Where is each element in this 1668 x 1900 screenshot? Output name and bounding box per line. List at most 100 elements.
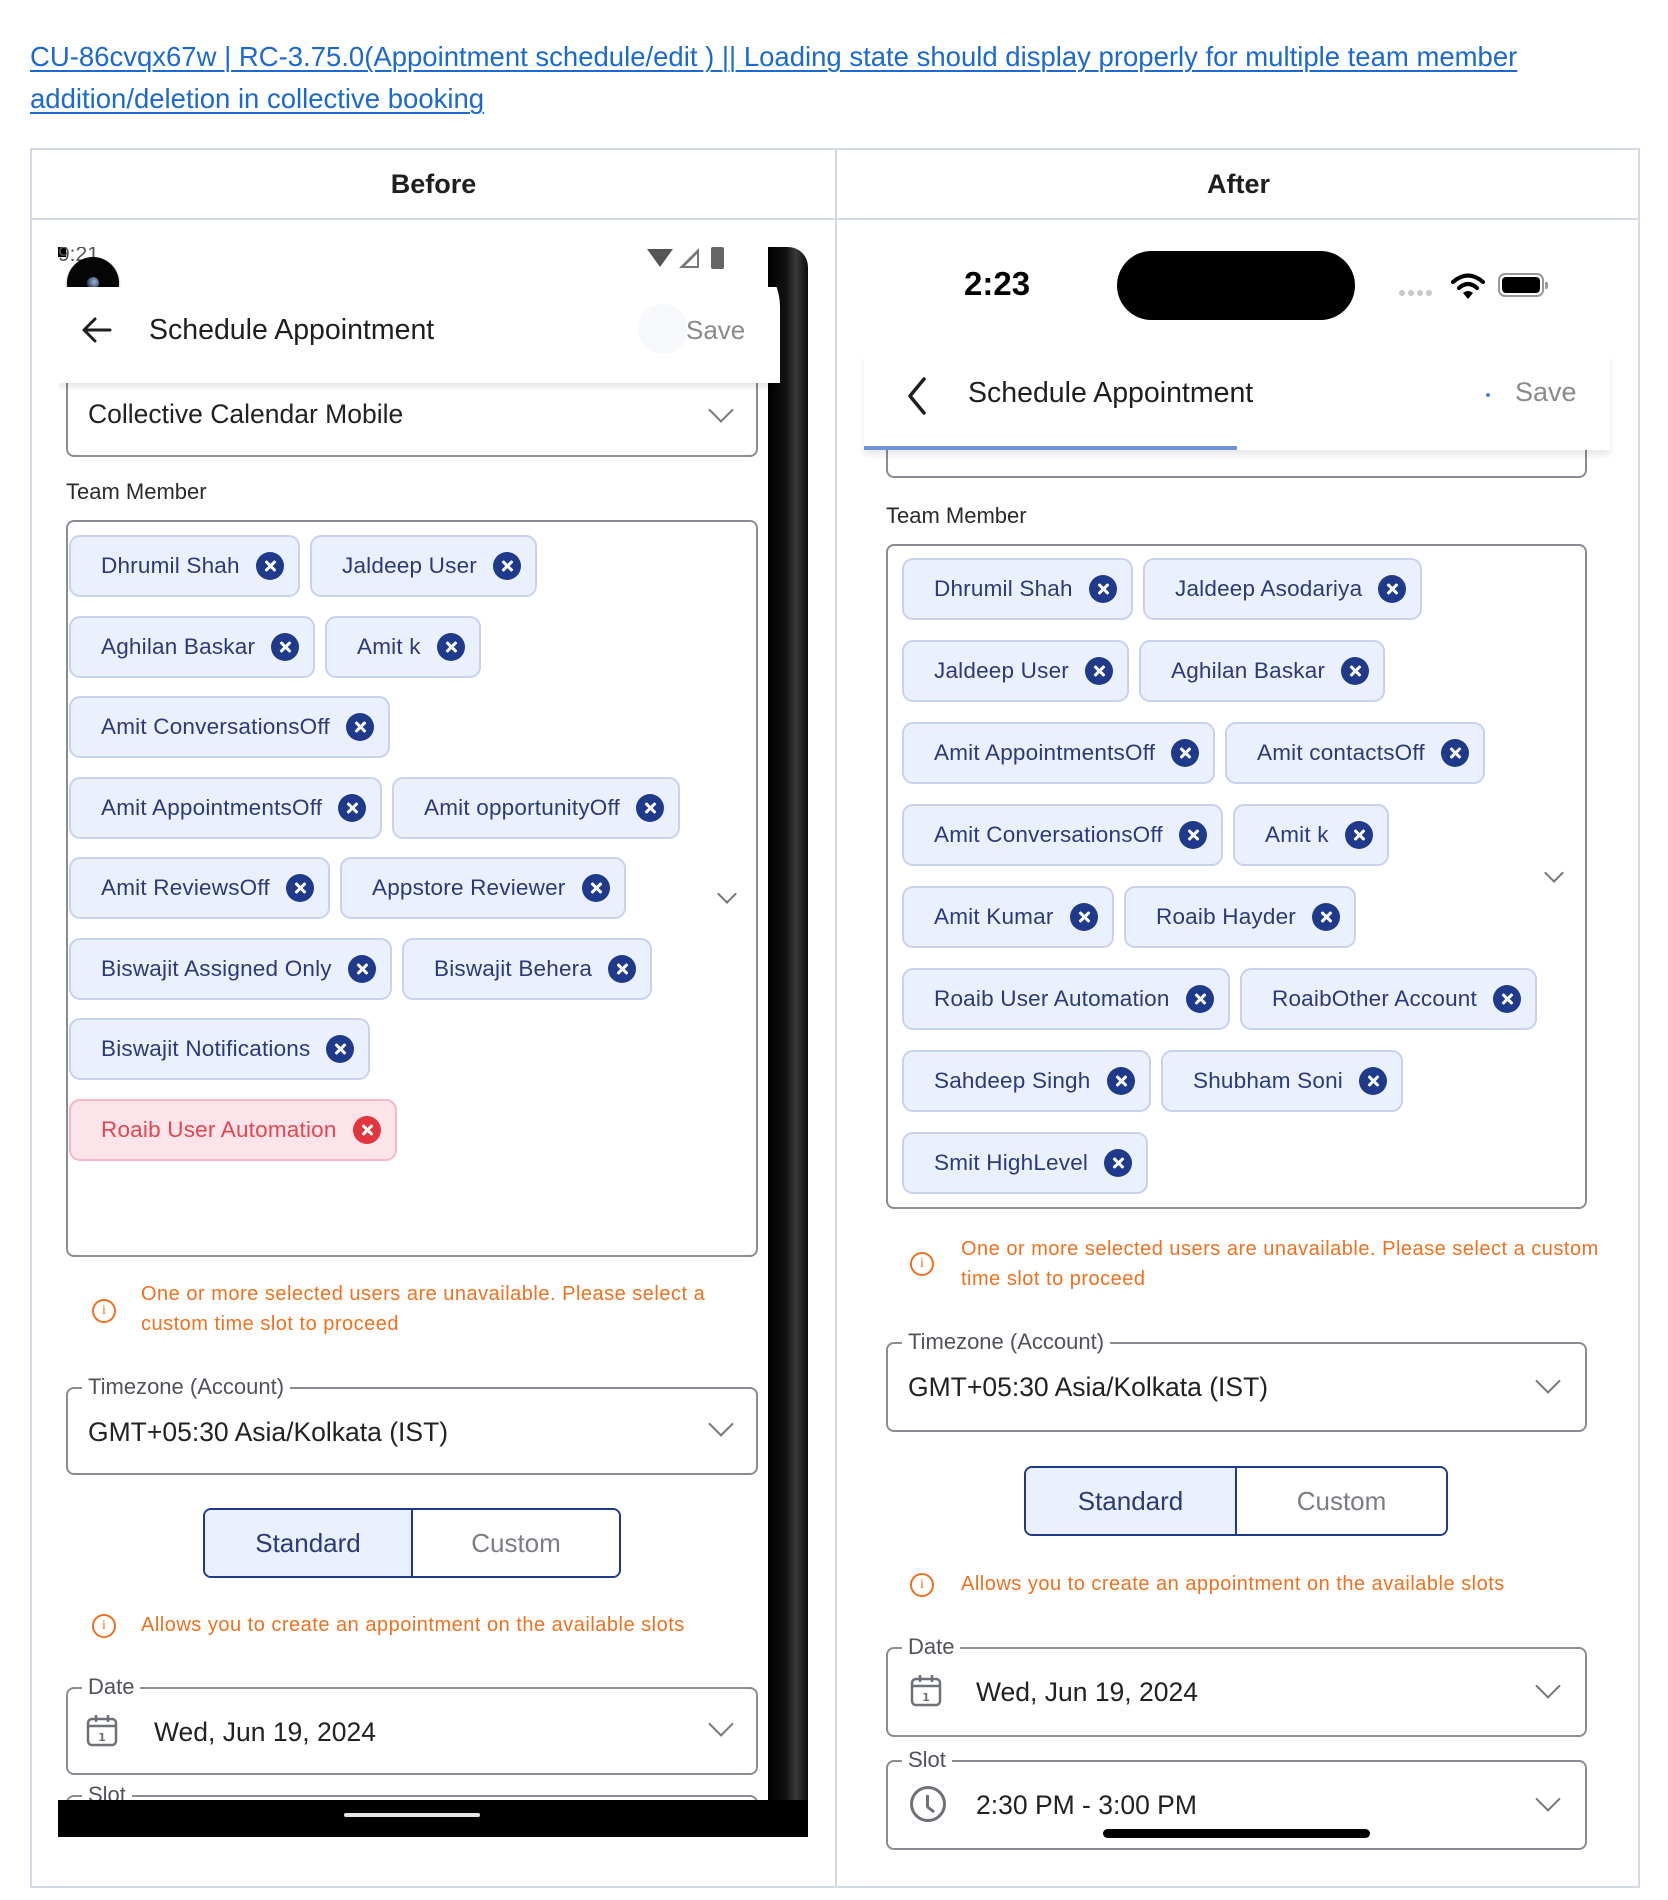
team-member-chip[interactable]: Roaib Hayder [1124,886,1356,948]
svg-text:1: 1 [98,1731,106,1744]
remove-chip-icon[interactable] [1359,1067,1388,1095]
navigation-bar [58,1800,808,1837]
remove-chip-icon[interactable] [1492,985,1521,1013]
arrow-left-icon[interactable] [80,313,114,347]
team-member-chip[interactable]: Amit ConversationsOff [69,696,390,758]
remove-chip-icon[interactable] [1088,575,1117,603]
team-member-chip[interactable]: Amit AppointmentsOff [69,776,383,839]
team-member-chip[interactable]: Biswajit Behera [402,937,653,1000]
remove-chip-icon[interactable] [285,874,314,902]
remove-chip-icon[interactable] [1378,575,1407,603]
remove-chip-icon[interactable] [492,552,521,580]
team-member-chip[interactable]: Dhrumil Shah [69,535,300,597]
remove-chip-icon[interactable] [1178,821,1207,849]
remove-chip-icon[interactable] [271,632,300,661]
team-member-chip[interactable]: Roaib User Automation [69,1098,397,1161]
remove-chip-icon[interactable] [1104,1149,1133,1177]
app-header: Schedule Appointment Save [58,287,780,383]
team-member-chip[interactable]: Biswajit Assigned Only [69,937,392,1000]
chip-label: Jaldeep Asodariya [1175,576,1363,601]
remove-chip-icon[interactable] [338,793,367,822]
timezone-select[interactable]: Timezone (Account) GMT+05:30 Asia/Kolkat… [66,1372,758,1475]
remove-chip-icon[interactable] [1084,657,1113,685]
timezone-label: Timezone (Account) [902,1327,1111,1357]
team-member-chip[interactable]: Amit AppointmentsOff [902,722,1216,784]
team-member-chip[interactable]: Sahdeep Singh [902,1050,1151,1112]
team-member-chip[interactable]: Aghilan Baskar [69,615,316,678]
remove-chip-icon[interactable] [608,954,637,983]
team-member-chip[interactable]: Appstore Reviewer [340,857,626,919]
timezone-value: GMT+05:30 Asia/Kolkata (IST) [908,1372,1269,1402]
chevron-down-icon[interactable] [717,884,737,904]
remove-chip-icon[interactable] [326,1035,355,1063]
custom-tab[interactable]: Custom [413,1510,619,1576]
team-member-chip[interactable]: Jaldeep User [902,640,1129,702]
date-label: Date [902,1632,961,1662]
remove-chip-icon[interactable] [635,793,664,822]
standard-info-text: Allows you to create an appointment on t… [141,1614,685,1636]
team-member-chip[interactable]: Jaldeep Asodariya [1143,558,1423,620]
app-header: Schedule Appointment Save [864,355,1610,450]
remove-chip-icon[interactable] [352,1115,381,1144]
team-member-chip[interactable]: Biswajit Notifications [69,1018,371,1080]
team-member-chip[interactable]: Shubham Soni [1161,1050,1404,1112]
remove-chip-icon[interactable] [1185,985,1214,1013]
team-member-chip[interactable]: Smit HighLevel [902,1132,1149,1194]
remove-chip-icon[interactable] [345,713,374,741]
column-divider [835,150,837,1886]
remove-chip-icon[interactable] [1171,739,1200,767]
chevron-left-icon[interactable] [902,375,932,417]
remove-chip-icon[interactable] [1311,903,1340,931]
remove-chip-icon[interactable] [436,632,465,661]
timezone-select[interactable]: Timezone (Account) GMT+05:30 Asia/Kolkat… [886,1327,1587,1432]
status-icons [647,247,724,273]
team-member-chip[interactable]: Amit contactsOff [1225,722,1485,784]
team-member-chip[interactable]: Amit k [325,615,481,678]
loading-progress-bar [864,446,1610,450]
team-member-chip[interactable]: Amit opportunityOff [392,776,680,839]
chevron-down-icon [1535,1368,1561,1394]
save-button[interactable]: Save [686,315,745,346]
warning-info-icon [910,1252,934,1276]
team-member-chip[interactable]: Aghilan Baskar [1139,640,1386,702]
team-member-chip[interactable]: Jaldeep User [310,535,537,597]
android-screen: 9:21 Schedule Appointment Save Collectiv… [58,247,780,1800]
team-member-chip[interactable]: Amit Kumar [902,886,1114,948]
team-member-chip[interactable]: Amit ConversationsOff [902,804,1223,866]
team-member-chip[interactable]: Amit k [1233,804,1389,866]
remove-chip-icon[interactable] [1440,739,1469,767]
chip-label: Shubham Soni [1193,1068,1344,1093]
warning-info-icon [92,1299,116,1323]
ticket-link[interactable]: CU-86cvqx67w | RC-3.75.0(Appointment sch… [30,36,1630,120]
custom-tab[interactable]: Custom [1237,1468,1446,1534]
unavailable-warning: One or more selected users are unavailab… [961,1238,1599,1290]
chevron-down-icon [708,1711,734,1737]
remove-chip-icon[interactable] [347,954,376,983]
remove-chip-icon[interactable] [1341,657,1370,685]
team-member-chip[interactable]: Amit ReviewsOff [69,857,330,919]
wifi-icon [1451,273,1485,299]
standard-tab[interactable]: Standard [205,1510,413,1576]
chip-label: Sahdeep Singh [934,1068,1091,1093]
chip-label: Appstore Reviewer [372,875,566,900]
gesture-handle [344,1813,480,1817]
team-member-chip[interactable]: Dhrumil Shah [902,558,1133,620]
chip-label: Amit ConversationsOff [101,714,330,739]
date-select[interactable]: Date 1 Wed, Jun 19, 2024 [66,1672,758,1775]
remove-chip-icon[interactable] [1069,903,1098,931]
unavailable-warning: One or more selected users are unavailab… [141,1283,706,1335]
chevron-down-icon[interactable] [1544,863,1564,883]
team-member-chip[interactable]: Roaib User Automation [902,968,1230,1030]
standard-tab[interactable]: Standard [1026,1468,1237,1534]
wifi-icon [647,249,673,267]
team-member-chip[interactable]: RoaibOther Account [1240,968,1537,1030]
date-select[interactable]: Date 1 Wed, Jun 19, 2024 [886,1632,1587,1737]
chip-label: Biswajit Behera [434,955,593,981]
save-button[interactable]: Save [1515,377,1577,408]
remove-chip-icon[interactable] [1344,821,1373,849]
remove-chip-icon[interactable] [1106,1067,1135,1095]
remove-chip-icon[interactable] [255,552,284,580]
chevron-down-icon [708,397,734,423]
remove-chip-icon[interactable] [581,874,610,902]
date-value: Wed, Jun 19, 2024 [976,1677,1198,1707]
